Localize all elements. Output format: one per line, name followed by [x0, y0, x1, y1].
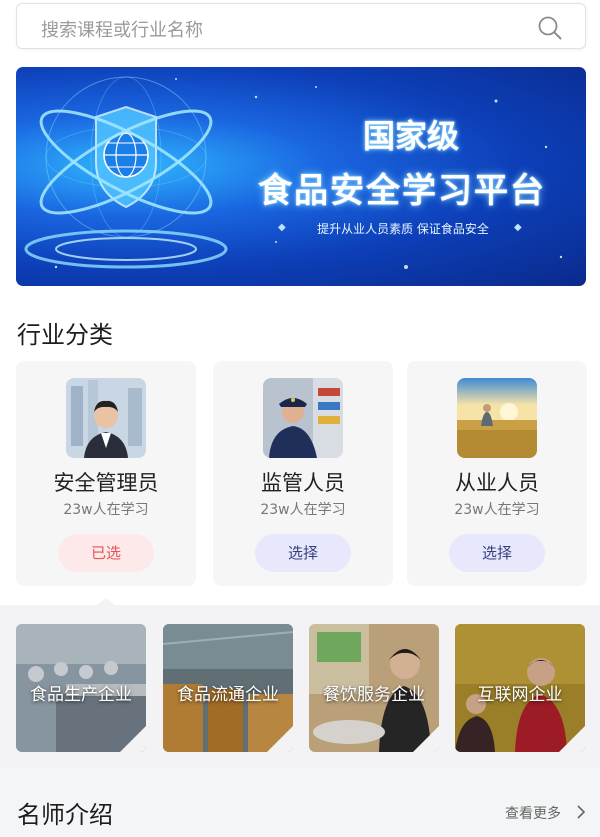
- industry-section-title: 行业分类: [17, 321, 113, 349]
- subcategory-label: 食品流通企业: [177, 685, 279, 705]
- category-card-regulator[interactable]: 监管人员 23w人在学习 选择: [213, 361, 393, 586]
- subcategory-catering[interactable]: 餐饮服务企业: [309, 624, 439, 752]
- search-placeholder: 搜索课程或行业名称: [41, 20, 203, 41]
- selected-button[interactable]: 已选: [58, 534, 154, 572]
- learner-count: 23w人在学习: [454, 502, 540, 518]
- subcategory-food-production[interactable]: 食品生产企业: [16, 624, 146, 752]
- subcategory-food-circulation[interactable]: 食品流通企业: [163, 624, 293, 752]
- safety-manager-photo: [66, 378, 146, 458]
- promo-banner[interactable]: 国家级 食品安全学习平台 ◆ 提升从业人员素质 保证食品安全 ◆: [16, 67, 586, 286]
- learner-count: 23w人在学习: [63, 502, 149, 518]
- select-button[interactable]: 选择: [449, 534, 545, 572]
- select-button[interactable]: 选择: [255, 534, 351, 572]
- category-name: 从业人员: [455, 471, 539, 495]
- tile-corner-cut: [120, 726, 146, 752]
- search-icon[interactable]: [537, 15, 563, 41]
- banner-slogan: 提升从业人员素质 保证食品安全: [317, 222, 489, 236]
- regulator-photo: [263, 378, 343, 458]
- ornament-right-icon: ◆: [514, 222, 522, 233]
- banner-title-line2: 食品安全学习平台: [258, 171, 546, 211]
- banner-title-line1: 国家级: [362, 117, 459, 155]
- category-name: 安全管理员: [53, 471, 159, 495]
- category-name: 监管人员: [261, 471, 345, 495]
- category-card-practitioner[interactable]: 从业人员 23w人在学习 选择: [407, 361, 587, 586]
- tile-corner-cut: [559, 726, 585, 752]
- subcategory-internet[interactable]: 互联网企业: [455, 624, 585, 752]
- search-bar[interactable]: 搜索课程或行业名称: [16, 3, 586, 49]
- subcategory-label: 餐饮服务企业: [323, 685, 425, 705]
- category-card-safety-manager[interactable]: 安全管理员 23w人在学习 已选: [16, 361, 196, 586]
- subcategory-label: 食品生产企业: [30, 685, 132, 705]
- chevron-right-icon[interactable]: [575, 804, 587, 820]
- practitioner-photo: [457, 378, 537, 458]
- subcategory-strip: 食品生产企业 食品流通企业 餐饮服务企业 互联网企业: [0, 606, 600, 768]
- teachers-section-title: 名师介绍: [17, 801, 113, 829]
- tile-corner-cut: [267, 726, 293, 752]
- view-more-link[interactable]: 查看更多: [505, 803, 561, 823]
- learner-count: 23w人在学习: [260, 502, 346, 518]
- selection-pointer: [96, 598, 116, 606]
- subcategory-label: 互联网企业: [477, 685, 563, 705]
- tile-corner-cut: [413, 726, 439, 752]
